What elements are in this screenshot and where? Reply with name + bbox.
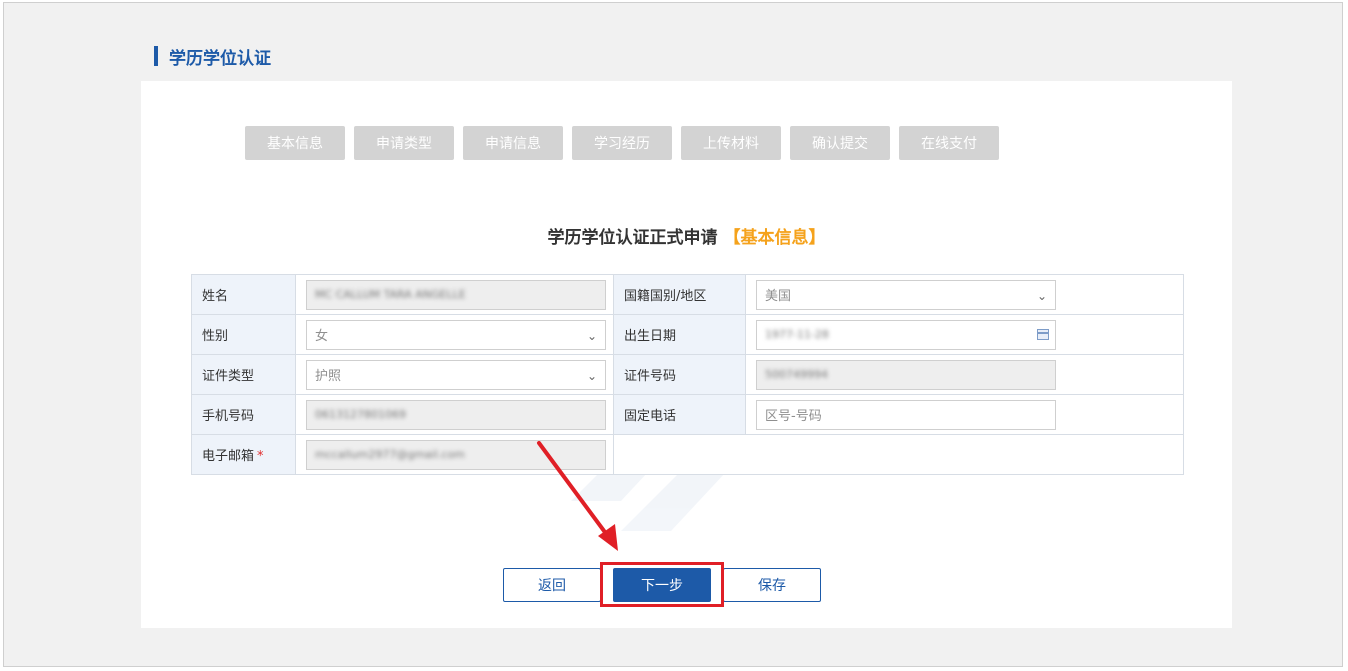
mobile-value: 0613127801069 [315,408,406,421]
calendar-icon[interactable] [1037,328,1049,340]
id-number-cell: 500749994 [745,354,1184,395]
nationality-value: 美国 [765,289,792,304]
gender-select[interactable]: 女 ⌄ [306,319,606,350]
table-row: 证件类型 护照 ⌄ 证件号码 500749994 [191,354,1184,395]
page-frame: 学历学位认证 基本信息 申请类型 申请信息 学习经历 上传材料 确认提交 在线支… [3,2,1343,667]
landline-label: 固定电话 [613,394,746,435]
id-type-cell: 护照 ⌄ [295,354,614,395]
chevron-down-icon: ⌄ [586,328,597,343]
email-cell: mccallum2977@gmail.com [295,434,614,475]
gender-cell: 女 ⌄ [295,314,614,355]
email-field[interactable]: mccallum2977@gmail.com [306,439,606,470]
gender-value: 女 [315,329,329,344]
nationality-select[interactable]: 美国 ⌄ [756,279,1056,310]
name-value: MC CALLUM TARA ANGELLE [315,288,466,301]
mobile-cell: 0613127801069 [295,394,614,435]
table-row: 手机号码 0613127801069 固定电话 区号-号码 [191,394,1184,435]
basic-info-table: 姓名 MC CALLUM TARA ANGELLE 国籍国别/地区 美国 ⌄ 性… [191,274,1184,475]
birth-date-cell: 1977-11-28 [745,314,1184,355]
birth-date-value: 1977-11-28 [765,328,829,341]
id-type-value: 护照 [315,369,342,384]
table-row: 姓名 MC CALLUM TARA ANGELLE 国籍国别/地区 美国 ⌄ [191,274,1184,315]
birth-date-label: 出生日期 [613,314,746,355]
step-basic-info[interactable]: 基本信息 [245,126,345,160]
landline-placeholder: 区号-号码 [765,409,822,424]
landline-cell: 区号-号码 [745,394,1184,435]
save-button[interactable]: 保存 [723,568,821,602]
empty-cell [613,434,1184,475]
section-title: 学历学位认证 [169,48,271,69]
name-label: 姓名 [191,274,296,315]
email-value: mccallum2977@gmail.com [315,448,465,461]
annotation-highlight-box [600,562,724,607]
landline-field[interactable]: 区号-号码 [756,399,1056,430]
step-confirm-submit[interactable]: 确认提交 [790,126,890,160]
back-button[interactable]: 返回 [503,568,601,602]
name-field[interactable]: MC CALLUM TARA ANGELLE [306,279,606,310]
step-application-info[interactable]: 申请信息 [463,126,563,160]
chevron-down-icon: ⌄ [1036,288,1047,303]
step-upload-materials[interactable]: 上传材料 [681,126,781,160]
mobile-field[interactable]: 0613127801069 [306,399,606,430]
id-number-field[interactable]: 500749994 [756,359,1056,390]
name-cell: MC CALLUM TARA ANGELLE [295,274,614,315]
birth-date-field[interactable]: 1977-11-28 [756,319,1056,350]
gender-label: 性别 [191,314,296,355]
id-number-label: 证件号码 [613,354,746,395]
form-panel: 基本信息 申请类型 申请信息 学习经历 上传材料 确认提交 在线支付 学历学位认… [141,81,1232,628]
email-label-text: 电子邮箱 [202,449,255,464]
id-number-value: 500749994 [765,368,828,381]
section-header: 学历学位认证 [154,45,271,69]
table-row: 电子邮箱 * mccallum2977@gmail.com [191,434,1184,475]
nationality-label: 国籍国别/地区 [613,274,746,315]
form-title: 学历学位认证正式申请 【基本信息】 [141,223,1232,248]
id-type-label: 证件类型 [191,354,296,395]
section-accent-bar [154,46,158,66]
step-online-payment[interactable]: 在线支付 [899,126,999,160]
email-label: 电子邮箱 * [191,434,296,475]
nationality-cell: 美国 ⌄ [745,274,1184,315]
chevron-down-icon: ⌄ [586,368,597,383]
step-tabs: 基本信息 申请类型 申请信息 学习经历 上传材料 确认提交 在线支付 [245,126,1008,160]
id-type-select[interactable]: 护照 ⌄ [306,359,606,390]
step-study-history[interactable]: 学习经历 [572,126,672,160]
mobile-label: 手机号码 [191,394,296,435]
required-mark: * [257,449,264,464]
step-application-type[interactable]: 申请类型 [354,126,454,160]
form-title-highlight: 【基本信息】 [723,228,826,248]
form-title-main: 学历学位认证正式申请 [547,228,718,248]
table-row: 性别 女 ⌄ 出生日期 1977-11-28 [191,314,1184,355]
